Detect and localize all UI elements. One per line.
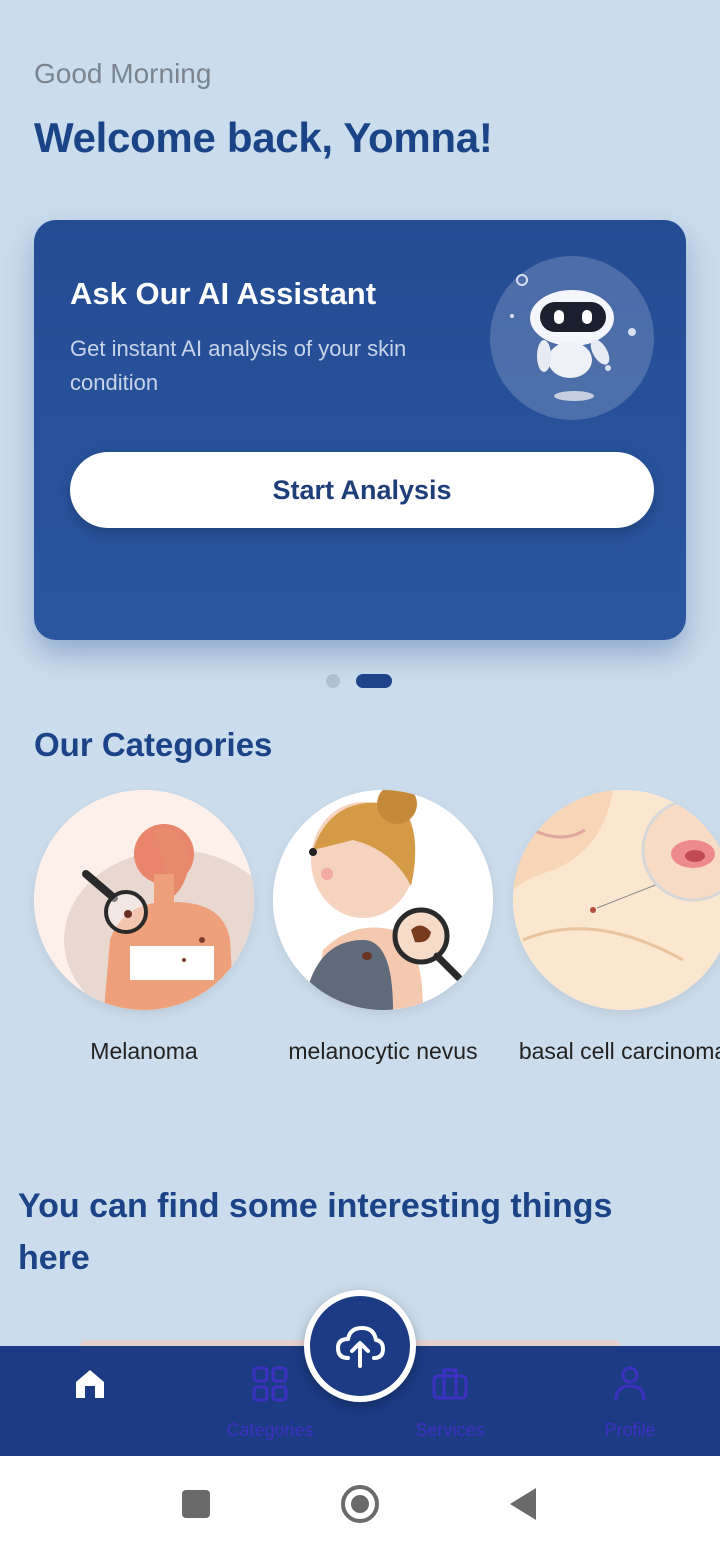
category-basal-cell-carcinoma[interactable]: basal cell carcinoma (513, 790, 720, 1068)
cloud-upload-icon (336, 1326, 385, 1368)
greeting-text: Good Morning (34, 58, 212, 89)
briefcase-icon (432, 1368, 468, 1400)
robot-icon (490, 256, 654, 420)
recents-icon[interactable] (178, 1486, 214, 1522)
nav-item-home[interactable] (0, 1346, 180, 1456)
carousel-dot[interactable] (326, 674, 340, 688)
interesting-heading: You can find some interesting things her… (18, 1187, 613, 1277)
melanoma-illustration (34, 790, 254, 1010)
system-navigation-bar (0, 1456, 720, 1550)
upload-fab-button[interactable] (304, 1290, 416, 1402)
nav-label: Profile (604, 1420, 656, 1440)
nav-label: Categories (226, 1420, 314, 1440)
start-analysis-button[interactable]: Start Analysis (70, 452, 654, 528)
nevus-illustration (273, 790, 493, 1010)
carousel-dot-active[interactable] (356, 674, 392, 688)
category-melanoma[interactable]: Melanoma (34, 790, 254, 1068)
home-circle-icon[interactable] (340, 1484, 380, 1524)
user-icon (614, 1366, 646, 1401)
category-label: melanocytic nevus (288, 1038, 478, 1064)
category-label: Melanoma (90, 1038, 198, 1064)
carousel-indicator (326, 674, 392, 688)
ai-assistant-card[interactable]: Ask Our AI Assistant Get instant AI anal… (34, 220, 686, 640)
ai-card-description: Get instant AI analysis of your skin con… (70, 336, 407, 395)
category-label: basal cell carcinoma (518, 1038, 720, 1064)
ai-card-title: Ask Our AI Assistant (70, 276, 377, 311)
grid-icon (252, 1366, 288, 1402)
back-icon[interactable] (506, 1486, 542, 1522)
home-icon (76, 1370, 104, 1398)
nav-item-profile[interactable]: Profile (540, 1346, 720, 1456)
nav-label: Services (415, 1420, 485, 1440)
basal-cell-illustration (513, 790, 720, 1010)
welcome-heading: Welcome back, Yomna! (34, 114, 493, 161)
category-melanocytic-nevus[interactable]: melanocytic nevus (273, 790, 493, 1068)
categories-heading: Our Categories (34, 726, 273, 763)
